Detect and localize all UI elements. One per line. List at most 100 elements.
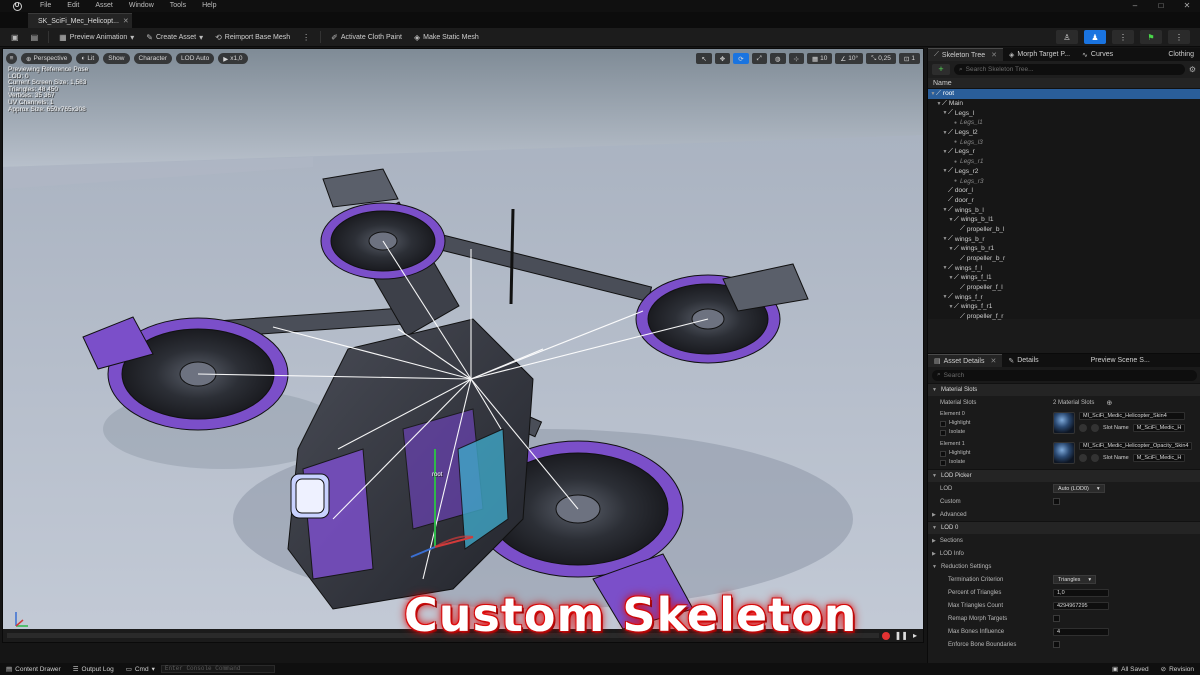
tree-item[interactable]: ▼ ⟋ Legs_r	[928, 147, 1200, 157]
reduction-settings-row[interactable]: ▼ Reduction Settings	[928, 560, 1200, 573]
content-drawer-button[interactable]: ▤ Content Drawer	[0, 663, 67, 675]
console-command-input[interactable]: Enter Console Command	[160, 665, 275, 673]
step-forward-icon[interactable]: ▸	[913, 631, 917, 640]
grid-snap-button[interactable]: ▦ 10	[807, 53, 833, 64]
tree-item[interactable]: ▼ ⟋ wings_b_r1	[928, 244, 1200, 254]
viewport[interactable]: ≡ ⊕ Perspective ◐ Lit Show Character LOD…	[2, 48, 924, 643]
save-button[interactable]: ▣	[6, 30, 24, 45]
close-tab-icon[interactable]: ✕	[990, 357, 996, 365]
cmd-button[interactable]: ▭ Cmd ▾	[120, 663, 161, 675]
menu-help[interactable]: Help	[194, 0, 224, 12]
unreal-logo-icon[interactable]: U	[10, 0, 24, 12]
skeletal-mesh-mode-button[interactable]: ♟	[1084, 30, 1106, 44]
output-log-button[interactable]: ☰ Output Log	[67, 663, 120, 675]
close-window-icon[interactable]: ✕	[1174, 0, 1200, 12]
tree-item[interactable]: ⟋ door_r	[928, 196, 1200, 206]
advanced-row[interactable]: ▶ Advanced	[928, 508, 1200, 521]
use-selected-icon[interactable]	[1079, 424, 1087, 432]
section-lod-picker[interactable]: ▼ LOD Picker	[928, 469, 1200, 482]
reduction-value-input[interactable]: 1,0	[1053, 588, 1109, 597]
tree-item[interactable]: ▼ ⟋ wings_f_r	[928, 292, 1200, 302]
reduction-checkbox[interactable]	[1053, 615, 1060, 622]
lod-info-row[interactable]: ▶ LOD Info	[928, 547, 1200, 560]
sections-row[interactable]: ▶ Sections	[928, 534, 1200, 547]
play-rate-button[interactable]: ▶ x1,0	[218, 53, 248, 64]
tree-item[interactable]: ▼ ⟋ wings_b_l	[928, 205, 1200, 215]
highlight-checkbox[interactable]	[940, 450, 946, 457]
scale-snap-button[interactable]: ⤡ 0,25	[866, 53, 896, 64]
scale-tool-icon[interactable]: ⤢	[751, 53, 767, 64]
tree-item[interactable]: ▼ ⟋ Legs_r2	[928, 167, 1200, 177]
close-tab-icon[interactable]: ✕	[123, 17, 129, 25]
details-search-input[interactable]: ⌕ Search	[932, 369, 1197, 381]
skeleton-mode-button[interactable]: ♙	[1056, 30, 1078, 44]
slot-name-input[interactable]: M_SciFi_Medic_H	[1132, 424, 1186, 432]
reduction-checkbox[interactable]	[1053, 641, 1060, 648]
rotate-tool-icon[interactable]: ⟳	[733, 53, 749, 64]
create-asset-button[interactable]: ✎ Create Asset ▾	[141, 30, 208, 45]
rotation-snap-button[interactable]: ∠ 10°	[835, 53, 864, 64]
lod-button[interactable]: LOD Auto	[176, 53, 215, 64]
custom-checkbox[interactable]	[1053, 498, 1060, 505]
tree-item[interactable]: ▼ ⟋ wings_f_l	[928, 263, 1200, 273]
menu-edit[interactable]: Edit	[59, 0, 87, 12]
menu-window[interactable]: Window	[121, 0, 162, 12]
tab-asset-details[interactable]: ▤ Asset Details ✕	[928, 354, 1003, 367]
gear-icon[interactable]: ⚙	[1189, 65, 1196, 74]
reimport-base-mesh-button[interactable]: ⟲ Reimport Base Mesh	[210, 30, 295, 45]
tab-preview-scene-settings[interactable]: Preview Scene S...	[1085, 354, 1156, 367]
make-static-mesh-button[interactable]: ◈ Make Static Mesh	[409, 30, 484, 45]
tab-skeleton-tree[interactable]: ⟋ Skeleton Tree ✕	[928, 48, 1003, 61]
browse-icon[interactable]	[1091, 454, 1099, 462]
tree-item[interactable]: ▼ ⟋ wings_f_r1	[928, 302, 1200, 312]
tree-item[interactable]: ● Legs_r1	[928, 157, 1200, 167]
character-button[interactable]: Character	[133, 53, 173, 64]
surface-snap-icon[interactable]: ⊹	[788, 53, 804, 64]
section-lod0[interactable]: ▼ LOD 0	[928, 521, 1200, 534]
activate-cloth-paint-button[interactable]: ✐ Activate Cloth Paint	[326, 30, 407, 45]
tree-item[interactable]: ⟋ door_l	[928, 186, 1200, 196]
close-tab-icon[interactable]: ✕	[991, 51, 997, 59]
tree-item[interactable]: ▼ ⟋ wings_f_l1	[928, 273, 1200, 283]
column-header-name[interactable]: Name	[928, 78, 1200, 89]
browse-icon[interactable]	[1091, 424, 1099, 432]
more-options-button[interactable]: ⋮	[297, 30, 315, 45]
preview-animation-button[interactable]: ▦ Preview Animation ▾	[54, 30, 139, 45]
tree-item[interactable]: ▼ ⟋ Legs_l2	[928, 128, 1200, 138]
isolate-checkbox[interactable]	[940, 429, 946, 436]
minimize-icon[interactable]: –	[1122, 0, 1148, 12]
tab-clothing[interactable]: Clothing	[1162, 48, 1200, 61]
tree-item[interactable]: ▼ ⟋ wings_b_l1	[928, 215, 1200, 225]
tree-item[interactable]: ▼ ⟋ root	[928, 89, 1200, 99]
reduction-value-input[interactable]: 4294967295	[1053, 601, 1109, 610]
select-tool-icon[interactable]: ↖	[696, 53, 712, 64]
add-icon[interactable]: +	[932, 64, 950, 75]
maximize-icon[interactable]: □	[1148, 0, 1174, 12]
slot-name-input[interactable]: M_SciFi_Medic_H	[1132, 454, 1186, 462]
viewport-menu-icon[interactable]: ≡	[6, 53, 17, 64]
material-thumbnail[interactable]	[1053, 412, 1075, 434]
material-asset-picker[interactable]: MI_SciFi_Medic_Helicopter_Skin4	[1079, 412, 1186, 420]
menu-tools[interactable]: Tools	[162, 0, 194, 12]
browse-button[interactable]: ▤	[26, 30, 44, 45]
document-tab[interactable]: SK_SciFi_Mec_Helicopt... ✕	[28, 13, 132, 28]
tree-item[interactable]: ⟋ propeller_b_r	[928, 254, 1200, 264]
tree-item[interactable]: ⟋ propeller_b_l	[928, 225, 1200, 235]
camera-speed-button[interactable]: ⊡ 1	[898, 53, 920, 64]
world-space-icon[interactable]: ◍	[769, 53, 786, 64]
translate-tool-icon[interactable]: ✥	[714, 53, 731, 64]
section-material-slots[interactable]: ▼ Material Slots	[928, 383, 1200, 396]
menu-file[interactable]: File	[32, 0, 59, 12]
tab-details[interactable]: ✎ Details	[1002, 354, 1044, 367]
tab-morph-target-preview[interactable]: ◈ Morph Target P...	[1003, 48, 1076, 61]
tree-item[interactable]: ● Legs_l1	[928, 118, 1200, 128]
tree-item[interactable]: ● Legs_l3	[928, 137, 1200, 147]
menu-asset[interactable]: Asset	[87, 0, 121, 12]
lod-dropdown[interactable]: Auto (LOD0) ▾	[1053, 484, 1105, 493]
lit-button[interactable]: ◐ Lit	[76, 53, 100, 64]
use-selected-icon[interactable]	[1079, 454, 1087, 462]
record-icon[interactable]	[881, 632, 890, 640]
revision-control-button[interactable]: ⊘ Revision	[1155, 663, 1200, 675]
more-modes-icon[interactable]: ⋮	[1168, 30, 1190, 44]
add-material-slot-icon[interactable]: ⊕	[1106, 399, 1112, 407]
